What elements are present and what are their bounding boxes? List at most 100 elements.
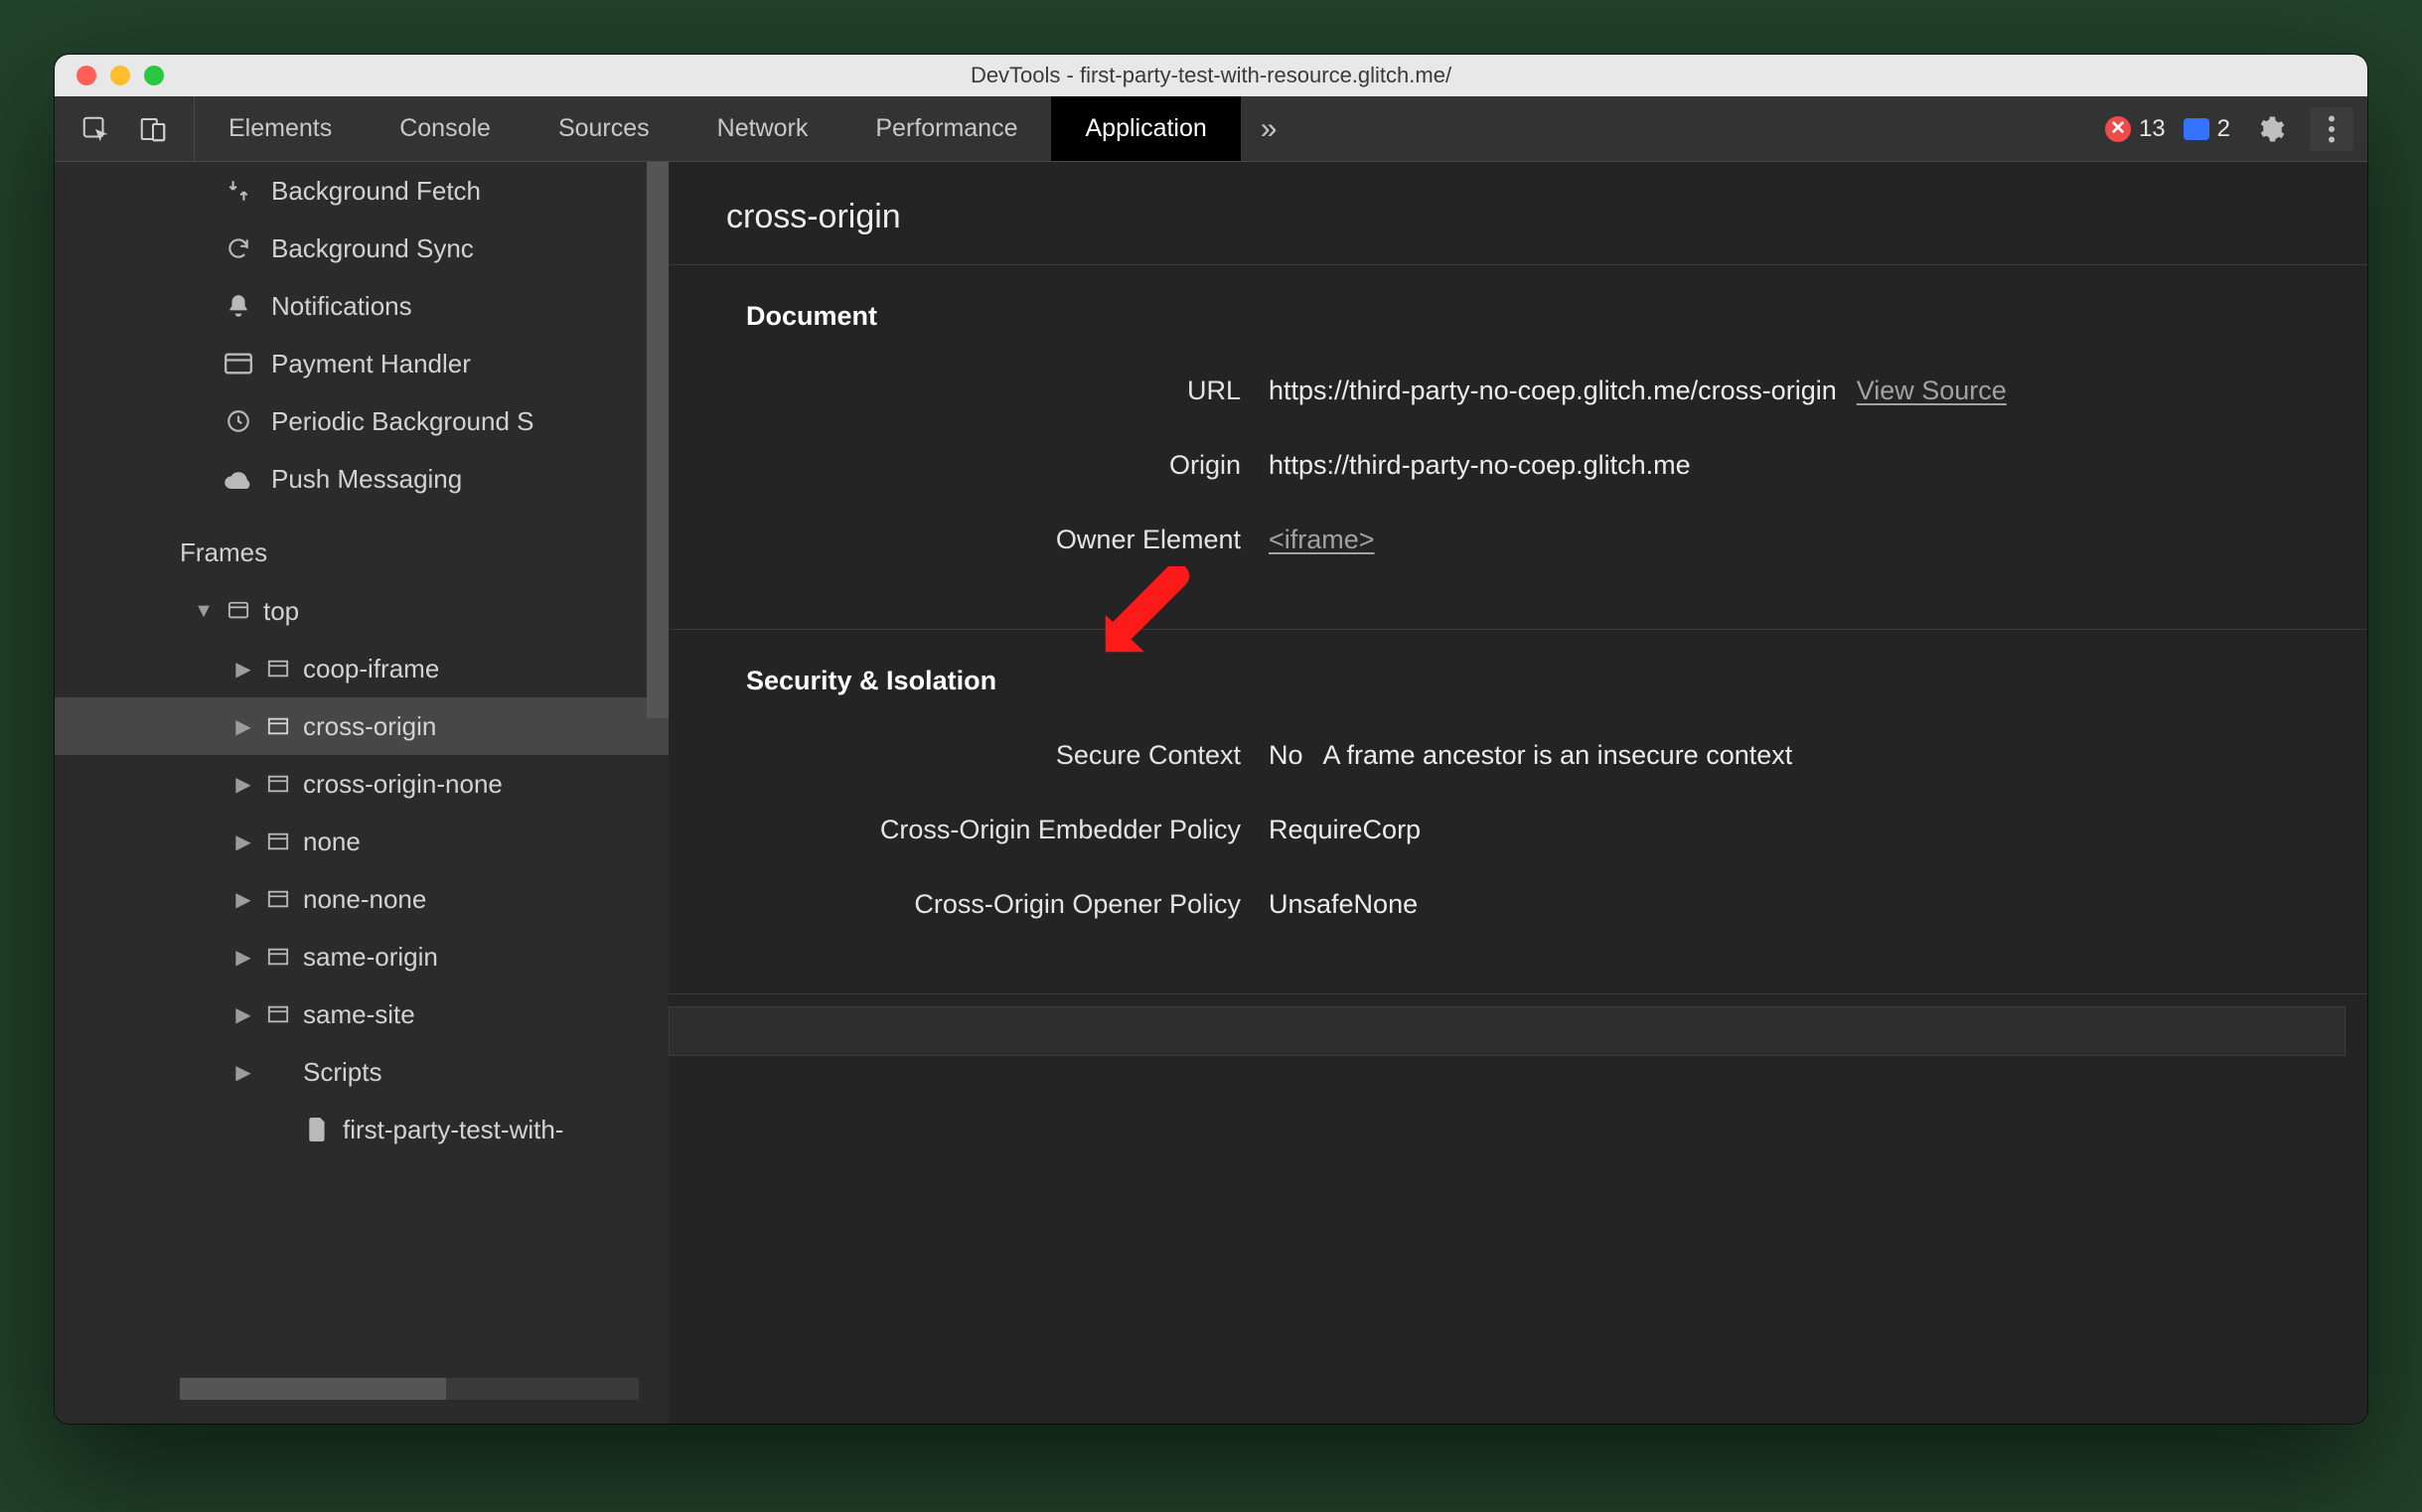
row-secure-context: Secure Context No A frame ancestor is an… [669, 718, 2367, 793]
frames-tree-item-same-origin[interactable]: ▶ same-origin [55, 928, 669, 985]
frame-icon [263, 889, 293, 909]
row-label: Origin [669, 450, 1269, 481]
tab-elements[interactable]: Elements [195, 96, 366, 161]
row-value: No [1269, 740, 1303, 771]
document-section: Document URL https://third-party-no-coep… [669, 265, 2367, 630]
more-options-button[interactable] [2310, 107, 2353, 151]
bell-icon [222, 293, 255, 319]
sidebar-item-background-fetch[interactable]: Background Fetch [55, 162, 669, 220]
row-value: https://third-party-no-coep.glitch.me/cr… [1269, 376, 1837, 406]
tree-item-label: same-site [303, 999, 415, 1030]
sidebar-item-push-messaging[interactable]: Push Messaging [55, 450, 669, 508]
chevron-right-icon[interactable]: ▶ [233, 945, 253, 970]
frame-detail-panel: cross-origin Document URL https://third-… [669, 162, 2367, 1424]
traffic-lights [55, 66, 164, 85]
row-value: UnsafeNone [1269, 889, 1418, 920]
frames-tree: ▼ top ▶ coop-iframe ▶ cross-origi [55, 582, 669, 1164]
chevron-right-icon[interactable]: ▶ [233, 772, 253, 797]
frames-tree-item-top[interactable]: ▼ top [55, 582, 669, 640]
cloud-icon [222, 468, 255, 490]
chevron-down-icon[interactable]: ▼ [194, 600, 214, 623]
device-toolbar-icon[interactable] [138, 114, 168, 144]
view-source-link[interactable]: View Source [1857, 376, 2007, 406]
inspect-icon[interactable] [80, 114, 110, 144]
sidebar-item-label: Payment Handler [271, 349, 471, 379]
frames-section-title: Frames [55, 508, 669, 582]
document-icon [303, 1118, 333, 1141]
row-label: Cross-Origin Opener Policy [669, 889, 1269, 920]
chevron-right-icon[interactable]: ▶ [233, 714, 253, 739]
frame-icon [263, 832, 293, 851]
frames-tree-item-script-file[interactable]: first-party-test-with- [55, 1101, 669, 1158]
frames-tree-item-same-site[interactable]: ▶ same-site [55, 985, 669, 1043]
row-coep: Cross-Origin Embedder Policy RequireCorp [669, 793, 2367, 867]
empty-section-bar [669, 1006, 2346, 1056]
row-value: RequireCorp [1269, 815, 1421, 845]
tab-application[interactable]: Application [1051, 96, 1240, 161]
tab-network[interactable]: Network [683, 96, 842, 161]
zoom-window-button[interactable] [144, 66, 164, 85]
frames-tree-item-cross-origin-none[interactable]: ▶ cross-origin-none [55, 755, 669, 813]
tab-console[interactable]: Console [366, 96, 525, 161]
titlebar: DevTools - first-party-test-with-resourc… [55, 55, 2367, 96]
minimize-window-button[interactable] [110, 66, 130, 85]
application-sidebar: Background Fetch Background Sync Notific… [55, 162, 669, 1424]
window-icon [224, 600, 253, 622]
owner-element-link[interactable]: <iframe> [1269, 525, 1375, 555]
sidebar-item-label: Background Sync [271, 233, 474, 264]
section-heading-security: Security & Isolation [669, 656, 2367, 718]
tree-item-label: none [303, 827, 361, 857]
tree-item-label: first-party-test-with- [343, 1115, 563, 1145]
row-label: Cross-Origin Embedder Policy [669, 815, 1269, 845]
chevron-right-icon[interactable]: ▶ [233, 1060, 253, 1085]
error-count-badge[interactable]: ✕ 13 [2105, 115, 2166, 143]
frames-tree-item-cross-origin[interactable]: ▶ cross-origin [55, 697, 669, 755]
security-isolation-section: Security & Isolation Secure Context No A… [669, 630, 2367, 994]
row-label: URL [669, 376, 1269, 406]
tree-item-label: cross-origin [303, 711, 436, 742]
chevron-right-icon[interactable]: ▶ [233, 657, 253, 681]
frames-tree-item-scripts[interactable]: ▶ Scripts [55, 1043, 669, 1101]
row-url: URL https://third-party-no-coep.glitch.m… [669, 354, 2367, 428]
sidebar-item-payment-handler[interactable]: Payment Handler [55, 335, 669, 392]
tree-item-label: same-origin [303, 942, 438, 973]
window-title: DevTools - first-party-test-with-resourc… [55, 63, 2367, 88]
chevron-right-icon[interactable]: ▶ [233, 887, 253, 912]
frames-tree-item-coop-iframe[interactable]: ▶ coop-iframe [55, 640, 669, 697]
frame-icon [263, 1004, 293, 1024]
frame-icon [263, 659, 293, 679]
frames-tree-item-none-none[interactable]: ▶ none-none [55, 870, 669, 928]
tree-item-label: Scripts [303, 1057, 381, 1088]
settings-button[interactable] [2248, 107, 2292, 151]
issues-icon [2184, 118, 2209, 140]
sidebar-item-periodic-sync[interactable]: Periodic Background S [55, 392, 669, 450]
tab-performance[interactable]: Performance [841, 96, 1051, 161]
annotation-arrow-icon [1094, 566, 1191, 664]
tree-item-label: coop-iframe [303, 654, 439, 684]
row-extra: A frame ancestor is an insecure context [1323, 740, 1793, 771]
scrollbar-thumb[interactable] [180, 1378, 446, 1400]
issues-count-badge[interactable]: 2 [2184, 115, 2230, 143]
frame-icon [263, 774, 293, 794]
sidebar-item-notifications[interactable]: Notifications [55, 277, 669, 335]
sync-icon [222, 235, 255, 261]
row-coop: Cross-Origin Opener Policy UnsafeNone [669, 867, 2367, 942]
tree-item-label: cross-origin-none [303, 769, 503, 800]
chevron-right-icon[interactable]: ▶ [233, 1002, 253, 1027]
chevron-right-icon[interactable]: ▶ [233, 830, 253, 854]
devtools-window: DevTools - first-party-test-with-resourc… [55, 55, 2367, 1424]
row-value: https://third-party-no-coep.glitch.me [1269, 450, 1691, 481]
clock-icon [222, 408, 255, 434]
frames-tree-item-none[interactable]: ▶ none [55, 813, 669, 870]
panel-tabs: Elements Console Sources Network Perform… [195, 96, 1241, 161]
close-window-button[interactable] [76, 66, 96, 85]
sidebar-item-label: Periodic Background S [271, 406, 533, 437]
fetch-icon [222, 178, 255, 204]
tab-sources[interactable]: Sources [525, 96, 683, 161]
sidebar-item-label: Background Fetch [271, 176, 481, 207]
sidebar-item-background-sync[interactable]: Background Sync [55, 220, 669, 277]
sidebar-vertical-scrollbar[interactable] [647, 162, 669, 718]
sidebar-horizontal-scrollbar[interactable] [180, 1378, 639, 1400]
tabs-overflow-button[interactable]: » [1241, 96, 1297, 161]
frame-icon [263, 947, 293, 967]
